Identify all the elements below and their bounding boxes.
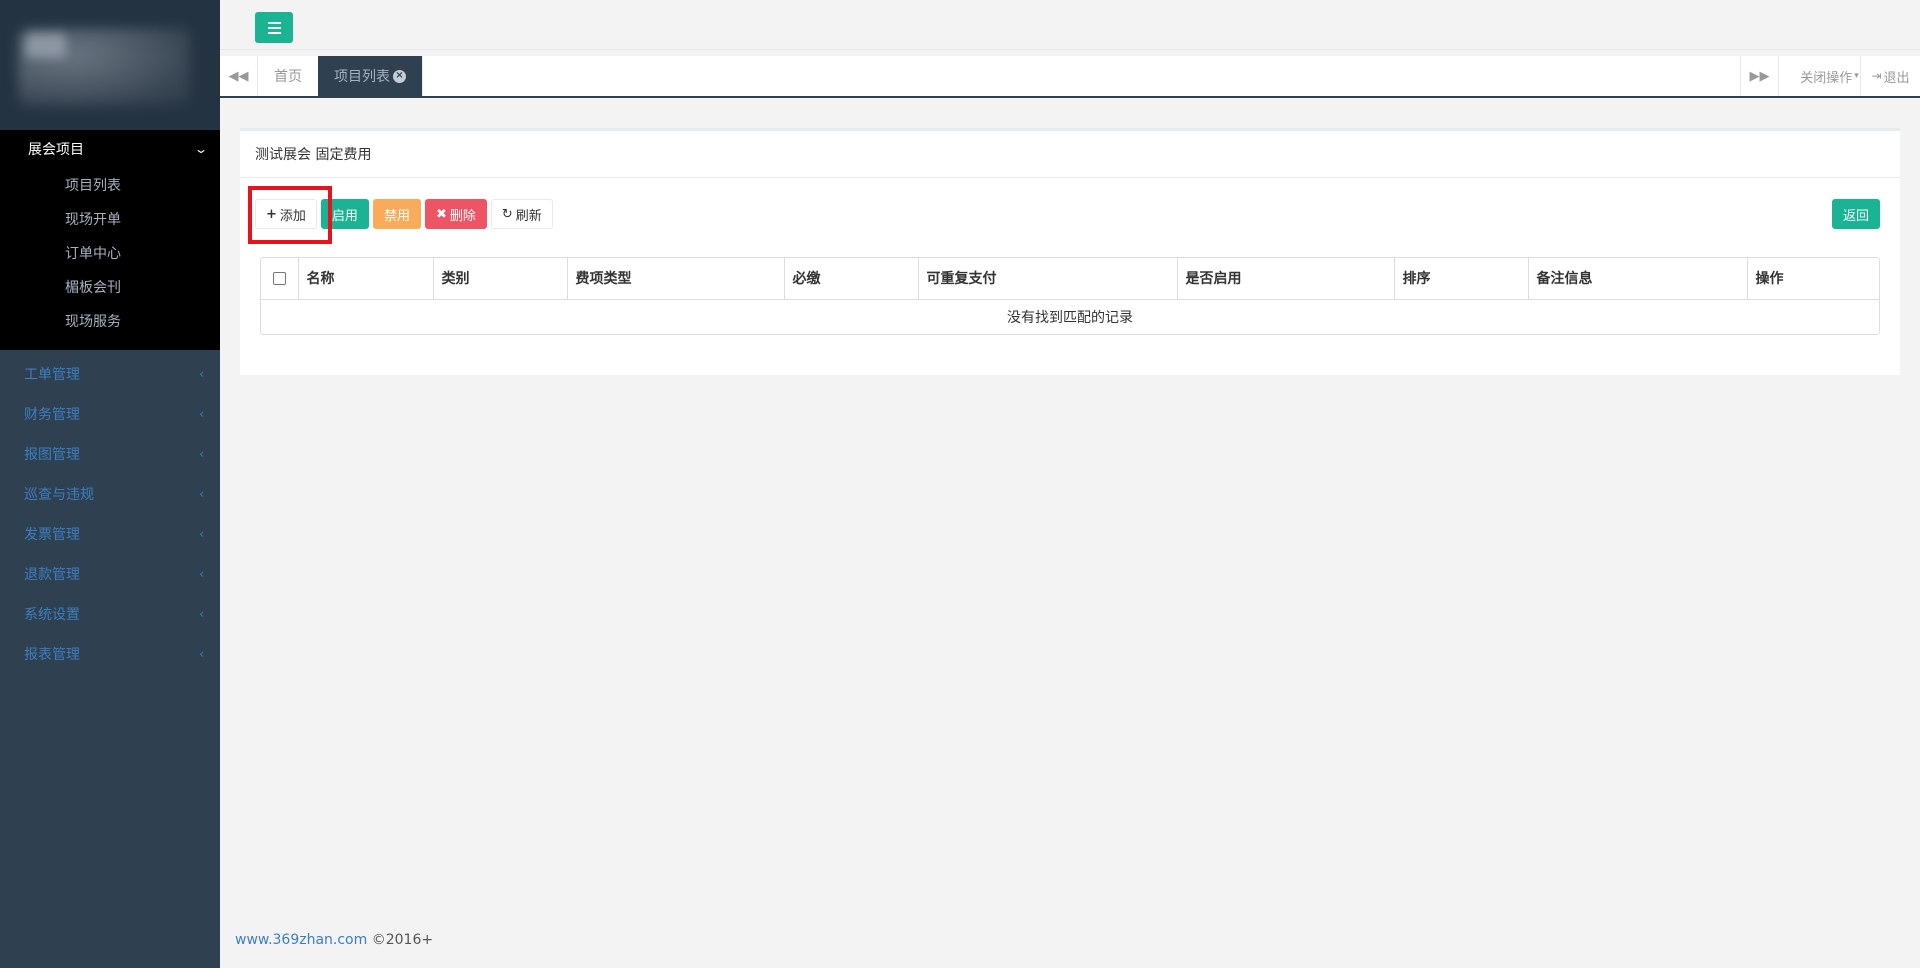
sidebar-item-work-orders[interactable]: 工单管理 ‹ xyxy=(0,354,220,394)
sidebar-item-label: 财务管理 xyxy=(24,407,80,423)
chevron-left-icon: ‹ xyxy=(199,367,204,381)
tabs-scroll-left-icon[interactable]: ◀◀ xyxy=(220,56,258,96)
refresh-icon: ↻ xyxy=(501,206,513,222)
content-panel: 测试展会 固定费用 +添加 启用 禁用 ✖删除 ↻刷新 返回 名称 类别 xyxy=(240,128,1900,375)
panel-title: 测试展会 固定费用 xyxy=(240,131,1900,178)
caret-down-icon: ▾ xyxy=(1854,71,1859,81)
sidebar-item-label: 报图管理 xyxy=(24,447,80,463)
sidebar-menu-label: 展会项目 xyxy=(28,142,84,158)
sidebar-item-label: 退款管理 xyxy=(24,567,80,583)
sidebar-item-label: 订单中心 xyxy=(65,246,121,262)
sidebar-item-label: 项目列表 xyxy=(65,178,121,194)
footer: www.369zhan.com ©2016+ xyxy=(235,932,433,948)
sidebar-item-label: 楣板会刊 xyxy=(65,280,121,296)
enable-button[interactable]: 启用 xyxy=(320,199,369,229)
sidebar-menu-exhibition[interactable]: 展会项目 ⌄ xyxy=(0,130,220,168)
sidebar-menu-active: 展会项目 ⌄ 项目列表 现场开单 订单中心 楣板会刊 现场服务 xyxy=(0,130,220,350)
column-header-repeatable[interactable]: 可重复支付 xyxy=(917,258,1177,300)
chevron-left-icon: ‹ xyxy=(199,407,204,421)
add-button-label: 添加 xyxy=(279,208,306,224)
sidebar-item-settings[interactable]: 系统设置 ‹ xyxy=(0,594,220,634)
sidebar-item-label: 工单管理 xyxy=(24,367,80,383)
sidebar-item-invoices[interactable]: 发票管理 ‹ xyxy=(0,514,220,554)
column-header-name[interactable]: 名称 xyxy=(297,258,433,300)
chevron-left-icon: ‹ xyxy=(199,527,204,541)
sidebar-item-label: 发票管理 xyxy=(24,527,80,543)
sidebar-item-drawing-submission[interactable]: 报图管理 ‹ xyxy=(0,434,220,474)
delete-button[interactable]: ✖ 删除 xyxy=(424,199,487,229)
chevron-left-icon: ‹ xyxy=(199,647,204,661)
tab-label: 首页 xyxy=(274,69,302,85)
column-header-remarks[interactable]: 备注信息 xyxy=(1527,258,1747,300)
sidebar-item-project-list[interactable]: 项目列表 xyxy=(0,168,220,202)
times-icon: ✖ xyxy=(435,206,447,222)
plus-icon: + xyxy=(266,206,277,222)
data-table: 名称 类别 费项类型 必缴 可重复支付 是否启用 排序 备注信息 操作 没有找到… xyxy=(260,257,1880,335)
logo xyxy=(0,0,220,130)
sidebar-item-label: 现场开单 xyxy=(65,212,121,228)
sidebar: 展会项目 ⌄ 项目列表 现场开单 订单中心 楣板会刊 现场服务 工单管理 ‹ 财务… xyxy=(0,0,220,968)
logout-icon: ⇥ xyxy=(1871,69,1882,83)
sidebar-item-label: 报表管理 xyxy=(24,647,80,663)
chevron-down-icon: ⌄ xyxy=(193,142,209,156)
sidebar-item-label: 巡查与违规 xyxy=(24,487,94,503)
sidebar-item-label: 现场服务 xyxy=(65,314,121,330)
tab-home[interactable]: 首页 xyxy=(258,56,319,96)
tab-project-list[interactable]: 项目列表 × xyxy=(318,56,423,96)
empty-message: 没有找到匹配的记录 xyxy=(1007,309,1133,326)
sidebar-item-label: 系统设置 xyxy=(24,607,80,623)
column-header-sort[interactable]: 排序 xyxy=(1393,258,1528,300)
logout-button[interactable]: ⇥ 退出 xyxy=(1860,56,1920,96)
sidebar-item-fascia-catalog[interactable]: 楣板会刊 xyxy=(0,270,220,304)
table-row: 没有找到匹配的记录 xyxy=(261,299,1879,334)
sidebar-item-onsite-order[interactable]: 现场开单 xyxy=(0,202,220,236)
sidebar-item-finance[interactable]: 财务管理 ‹ xyxy=(0,394,220,434)
refresh-button-label: 刷新 xyxy=(515,208,542,224)
toolbar: + 添加 启用 禁用 ✖ 删除 ↻ 刷新 xyxy=(255,199,553,229)
menu-toggle-button[interactable] xyxy=(255,12,293,43)
disable-button[interactable]: 禁用 xyxy=(372,199,421,229)
sidebar-item-inspection[interactable]: 巡查与违规 ‹ xyxy=(0,474,220,514)
back-button-label: 返回 xyxy=(1842,208,1869,224)
close-icon[interactable]: × xyxy=(393,69,406,83)
column-header-required[interactable]: 必缴 xyxy=(783,258,918,300)
footer-copyright: ©2016+ xyxy=(371,932,434,948)
column-header-enabled[interactable]: 是否启用 xyxy=(1176,258,1394,300)
select-all-checkbox-cell xyxy=(261,258,298,300)
select-all-checkbox[interactable] xyxy=(272,271,286,285)
chevron-left-icon: ‹ xyxy=(199,447,204,461)
tab-label: 项目列表 xyxy=(334,69,390,85)
sidebar-item-onsite-service[interactable]: 现场服务 xyxy=(0,304,220,338)
enable-button-label: 启用 xyxy=(331,208,358,224)
logout-label: 退出 xyxy=(1883,70,1910,86)
close-operations-label: 关闭操作 xyxy=(1800,70,1853,86)
chevron-left-icon: ‹ xyxy=(199,487,204,501)
sidebar-item-refunds[interactable]: 退款管理 ‹ xyxy=(0,554,220,594)
column-header-actions: 操作 xyxy=(1746,258,1879,300)
top-navbar xyxy=(220,0,1920,50)
sidebar-item-order-center[interactable]: 订单中心 xyxy=(0,236,220,270)
refresh-button[interactable]: ↻ 刷新 xyxy=(490,199,553,229)
footer-link[interactable]: www.369zhan.com xyxy=(235,932,367,948)
column-header-category[interactable]: 类别 xyxy=(432,258,567,300)
disable-button-label: 禁用 xyxy=(383,208,410,224)
table-header-row: 名称 类别 费项类型 必缴 可重复支付 是否启用 排序 备注信息 操作 xyxy=(261,258,1879,300)
tabs-scroll-right-icon[interactable]: ▶▶ xyxy=(1740,56,1778,96)
column-header-fee-type[interactable]: 费项类型 xyxy=(566,258,784,300)
back-button[interactable]: 返回 xyxy=(1831,199,1880,229)
delete-button-label: 删除 xyxy=(449,208,476,224)
tab-bar: ◀◀ 首页 项目列表 × ▶▶ 关闭操作 ▾ ⇥ 退出 xyxy=(220,56,1920,98)
chevron-left-icon: ‹ xyxy=(199,567,204,581)
add-button[interactable]: + 添加 xyxy=(255,199,317,229)
sidebar-item-reports[interactable]: 报表管理 ‹ xyxy=(0,634,220,674)
chevron-left-icon: ‹ xyxy=(199,607,204,621)
